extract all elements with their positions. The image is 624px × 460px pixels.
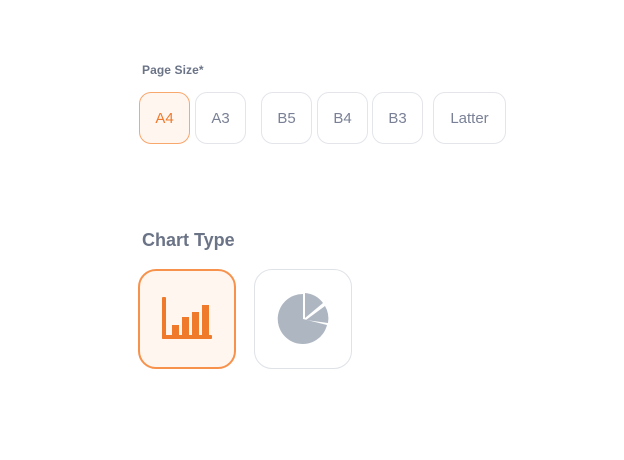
chart-type-pie-option[interactable] — [254, 269, 352, 369]
page-size-option-label: A3 — [211, 109, 230, 127]
page-size-option-latter[interactable]: Latter — [433, 92, 506, 144]
page-size-label: Page Size* — [142, 63, 204, 77]
bar-chart-icon — [162, 297, 212, 339]
page: Page Size* A4 A3 B5 B4 B3 Latter Chart T… — [0, 0, 624, 460]
pie-chart-icon — [277, 293, 329, 344]
page-size-option-label: B5 — [277, 109, 296, 127]
page-size-option-label: Latter — [450, 109, 489, 127]
page-size-option-a3[interactable]: A3 — [195, 92, 246, 144]
page-size-option-b5[interactable]: B5 — [261, 92, 312, 144]
page-size-option-a4[interactable]: A4 — [139, 92, 190, 144]
page-size-option-label: B3 — [388, 109, 407, 127]
page-size-option-label: A4 — [155, 109, 174, 127]
chart-type-label: Chart Type — [142, 230, 235, 250]
page-size-option-label: B4 — [333, 109, 352, 127]
page-size-option-b4[interactable]: B4 — [317, 92, 368, 144]
page-size-option-b3[interactable]: B3 — [372, 92, 423, 144]
chart-type-bar-option[interactable] — [138, 269, 236, 369]
